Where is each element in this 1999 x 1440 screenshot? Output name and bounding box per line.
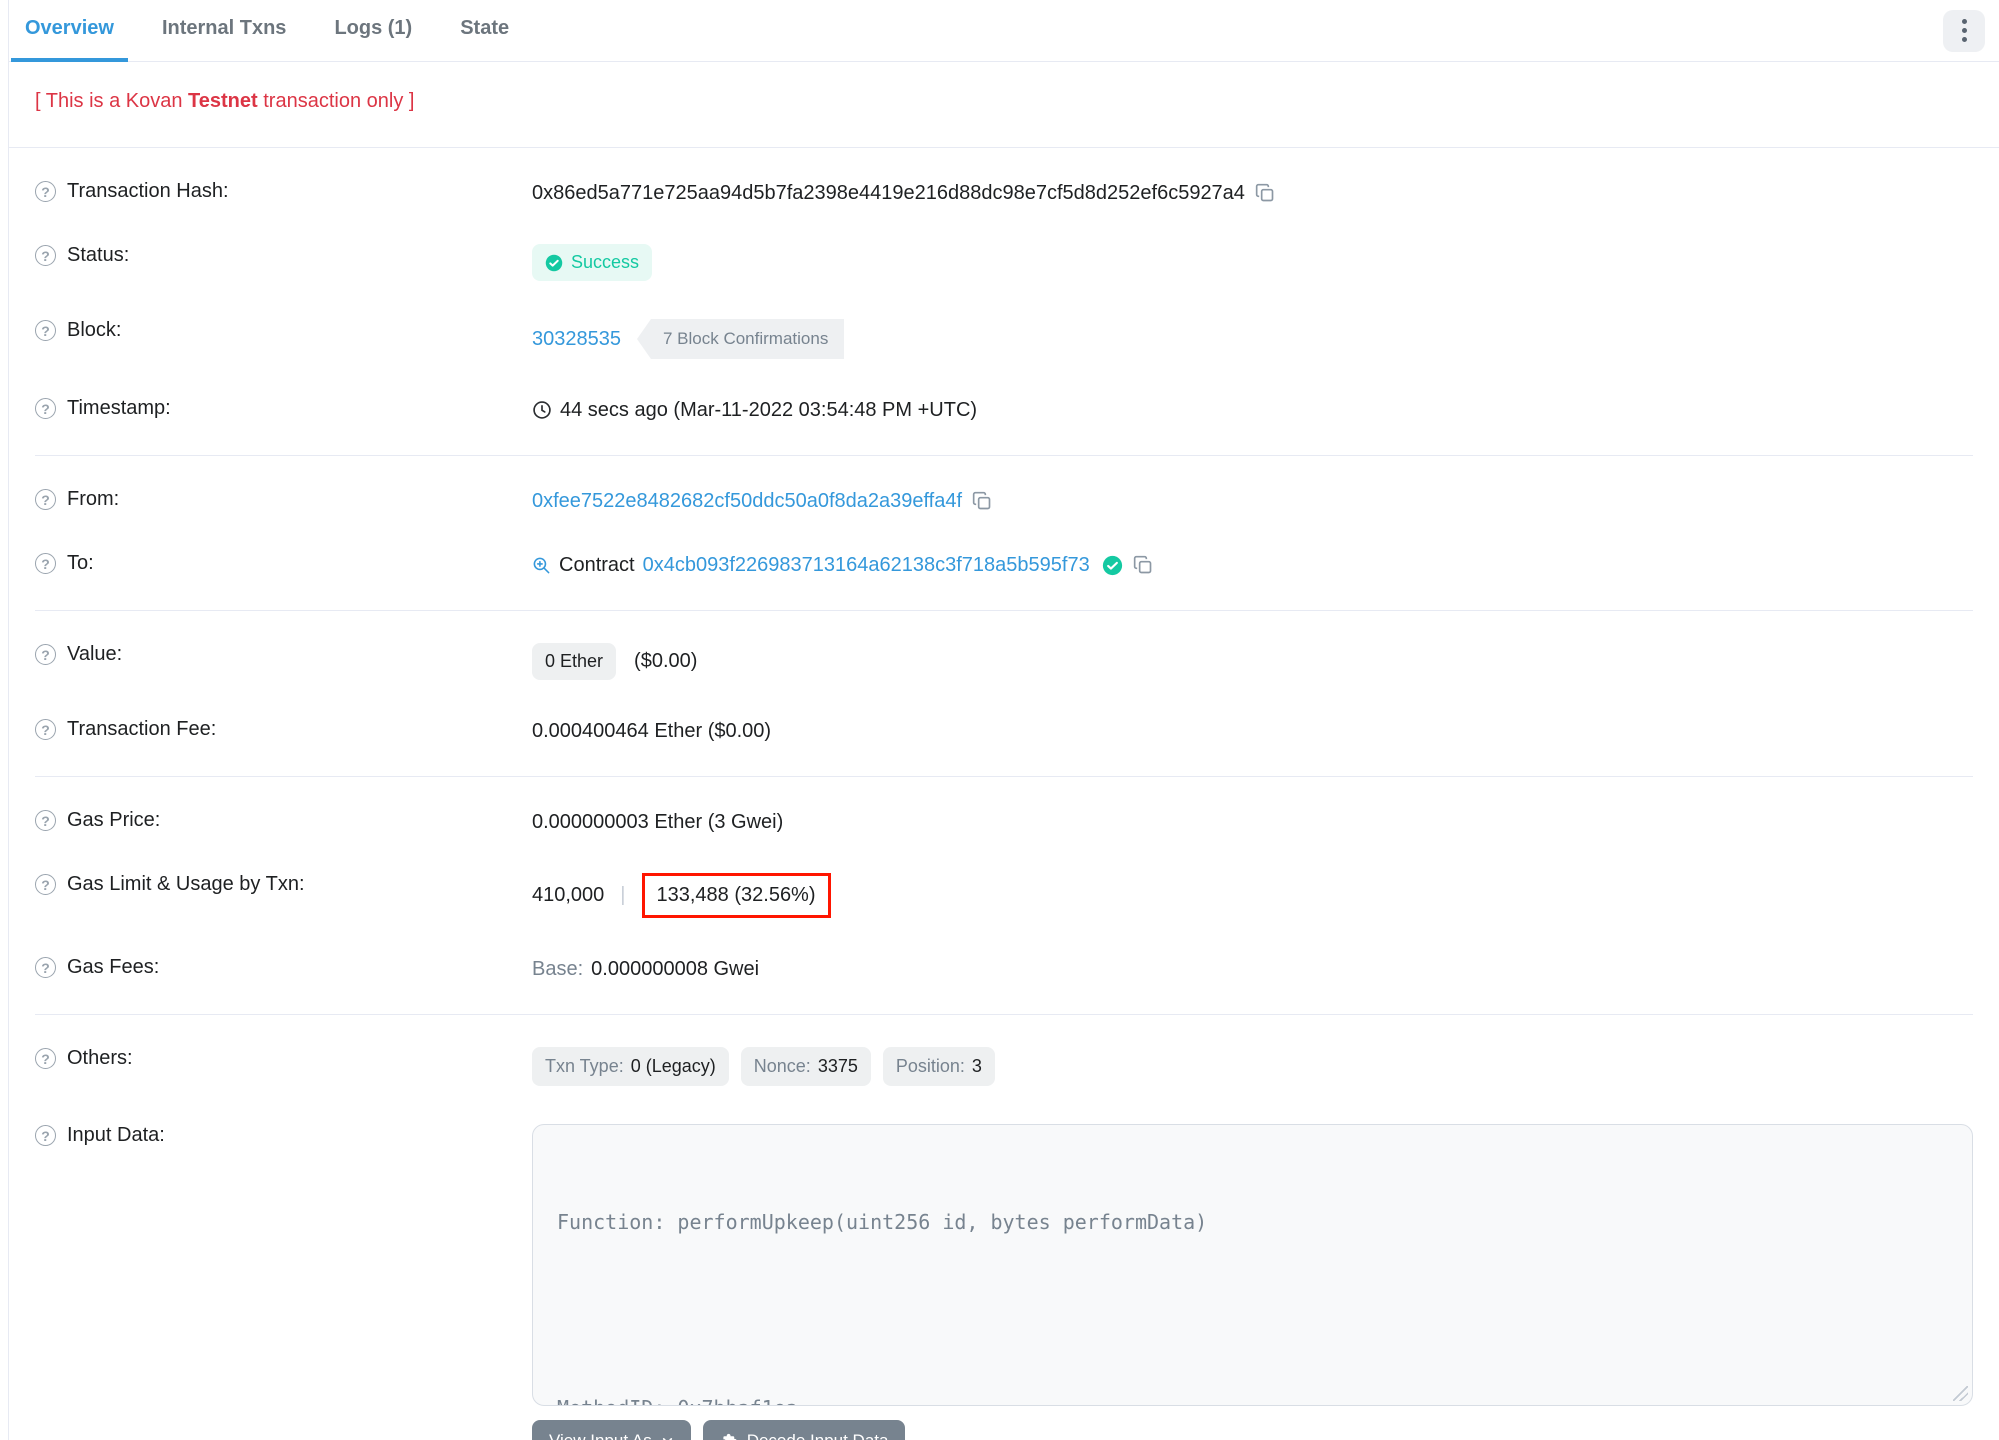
gas-fees-base-label: Base: [532, 957, 584, 980]
block-confirmations-badge: 7 Block Confirmations [636, 319, 845, 359]
help-icon[interactable]: ? [35, 644, 56, 665]
transaction-overview-card: Overview Internal Txns Logs (1) State [ … [8, 0, 1999, 1440]
row-gas-limit-usage: ? Gas Limit & Usage by Txn: 410,000 | 13… [35, 854, 1973, 937]
nonce-badge: Nonce: 3375 [740, 1047, 871, 1086]
puzzle-icon [723, 1433, 737, 1440]
row-gas-price: ? Gas Price: 0.000000003 Ether (3 Gwei) [35, 790, 1973, 854]
row-label-text: Gas Price: [67, 809, 161, 831]
help-icon[interactable]: ? [35, 719, 56, 740]
input-function-line: Function: performUpkeep(uint256 id, byte… [557, 1210, 1208, 1234]
tab-bar: Overview Internal Txns Logs (1) State [9, 0, 1999, 62]
value-usd: ($0.00) [634, 650, 698, 672]
input-methodid-line: MethodID: 0x7bbaf1ea [557, 1393, 1948, 1405]
annotation-highlight-box: 133,488 (32.56%) [641, 873, 831, 918]
gas-price-value: 0.000000003 Ether (3 Gwei) [532, 810, 784, 833]
row-label-text: Block: [67, 319, 122, 341]
position-badge: Position: 3 [882, 1047, 995, 1086]
row-label-text: From: [67, 488, 120, 510]
clock-icon [532, 400, 552, 420]
divider [35, 776, 1973, 777]
timestamp-value: 44 secs ago (Mar-11-2022 03:54:48 PM +UT… [560, 398, 978, 421]
transaction-fee-value: 0.000400464 Ether ($0.00) [532, 719, 772, 742]
row-from: ? From: 0xfee7522e8482682cf50ddc50a0f8da… [35, 469, 1973, 533]
help-icon[interactable]: ? [35, 957, 56, 978]
from-address-link[interactable]: 0xfee7522e8482682cf50ddc50a0f8da2a39effa… [532, 490, 962, 513]
input-data-textarea[interactable]: Function: performUpkeep(uint256 id, byte… [532, 1124, 1973, 1406]
chevron-down-icon [662, 1438, 672, 1440]
tab-overview[interactable]: Overview [11, 0, 128, 62]
tab-internal-txns[interactable]: Internal Txns [148, 0, 300, 62]
resize-grip[interactable] [1953, 1386, 1968, 1401]
status-badge: Success [532, 244, 653, 281]
decode-input-data-button[interactable]: Decode Input Data [702, 1420, 906, 1440]
row-timestamp: ? Timestamp: 44 secs ago (Mar-11-2022 03… [35, 378, 1973, 442]
view-input-as-button[interactable]: View Input As [532, 1420, 691, 1440]
contract-word: Contract [559, 553, 635, 576]
txn-type-badge: Txn Type: 0 (Legacy) [532, 1047, 729, 1086]
help-icon[interactable]: ? [35, 489, 56, 510]
divider [35, 610, 1973, 611]
tab-logs[interactable]: Logs (1) [320, 0, 426, 62]
row-others: ? Others: Txn Type: 0 (Legacy) Nonce: 3375… [35, 1028, 1973, 1105]
row-block: ? Block: 30328535 7 Block Confirmations [35, 300, 1973, 378]
help-icon[interactable]: ? [35, 810, 56, 831]
row-input-data: ? Input Data: Function: performUpkeep(ui… [35, 1105, 1973, 1440]
gas-limit-value: 410,000 [532, 884, 605, 906]
copy-hash-button[interactable] [1255, 183, 1275, 203]
row-transaction-fee: ? Transaction Fee: 0.000400464 Ether ($0… [35, 699, 1973, 763]
row-label-text: Others: [67, 1047, 133, 1069]
kebab-menu-button[interactable] [1943, 9, 1985, 52]
copy-to-address-button[interactable] [1133, 555, 1153, 575]
zoom-in-icon[interactable] [532, 556, 551, 575]
help-icon[interactable]: ? [35, 181, 56, 202]
help-icon[interactable]: ? [35, 1048, 56, 1069]
row-gas-fees: ? Gas Fees: Base: 0.000000008 Gwei [35, 937, 1973, 1001]
row-transaction-hash: ? Transaction Hash: 0x86ed5a771e725aa94d… [35, 161, 1973, 225]
row-status: ? Status: Success [35, 225, 1973, 300]
help-icon[interactable]: ? [35, 1125, 56, 1146]
help-icon[interactable]: ? [35, 245, 56, 266]
row-label-text: Gas Fees: [67, 956, 160, 978]
testnet-notice: [ This is a Kovan Testnet transaction on… [35, 90, 415, 112]
help-icon[interactable]: ? [35, 398, 56, 419]
check-circle-icon [545, 254, 563, 271]
row-label-text: Timestamp: [67, 397, 171, 419]
divider [9, 147, 1999, 148]
copy-icon [1133, 555, 1152, 574]
copy-icon [1255, 183, 1274, 202]
help-icon[interactable]: ? [35, 553, 56, 574]
value-ether-badge: 0 Ether [532, 643, 617, 680]
row-label-text: Value: [67, 643, 123, 665]
divider [35, 1014, 1973, 1015]
row-to: ? To: Contract 0x4cb093f226983713164a621… [35, 533, 1973, 597]
row-label-text: Transaction Hash: [67, 180, 229, 202]
block-number-link[interactable]: 30328535 [532, 328, 621, 351]
gas-separator: | [620, 884, 626, 906]
transaction-hash-value: 0x86ed5a771e725aa94d5b7fa2398e4419e216d8… [532, 181, 1245, 204]
gas-fees-base-value: 0.000000008 Gwei [591, 957, 760, 980]
to-contract-address-link[interactable]: 0x4cb093f226983713164a62138c3f718a5b595f… [643, 554, 1090, 577]
copy-icon [972, 491, 991, 510]
help-icon[interactable]: ? [35, 874, 56, 895]
row-value: ? Value: 0 Ether ($0.00) [35, 624, 1973, 699]
row-label-text: Status: [67, 244, 130, 266]
divider [35, 455, 1973, 456]
row-label-text: To: [67, 552, 94, 574]
help-icon[interactable]: ? [35, 320, 56, 341]
gas-usage-value: 133,488 (32.56%) [656, 884, 816, 906]
verified-contract-icon [1102, 555, 1123, 576]
copy-from-address-button[interactable] [972, 491, 992, 511]
tab-state[interactable]: State [446, 0, 523, 62]
row-label-text: Gas Limit & Usage by Txn: [67, 873, 305, 895]
row-label-text: Input Data: [67, 1124, 165, 1146]
row-label-text: Transaction Fee: [67, 718, 217, 740]
kebab-icon [1961, 19, 1967, 24]
